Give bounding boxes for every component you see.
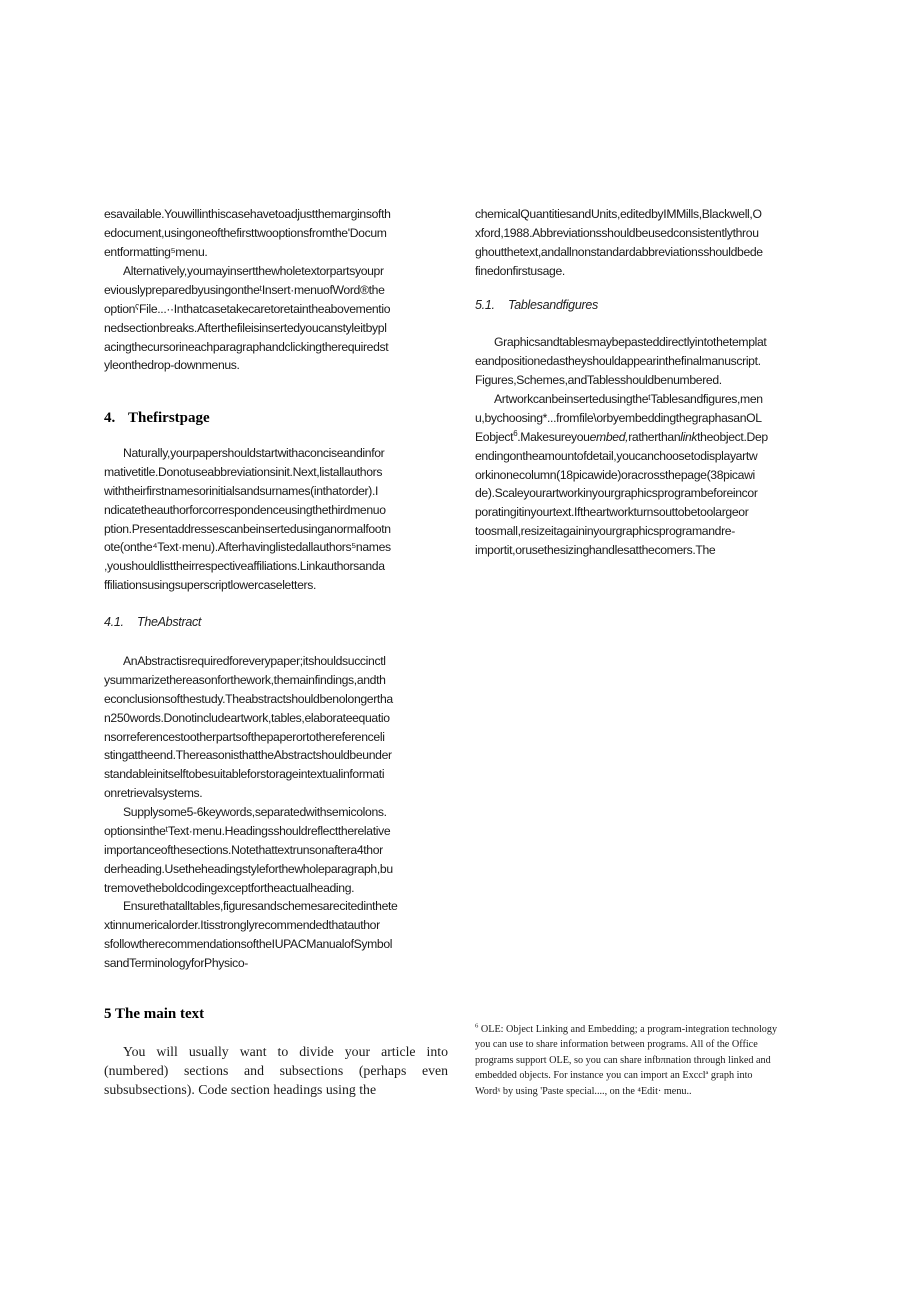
text-line: stingattheend.ThereasonisthattheAbstract… — [104, 748, 392, 763]
text-line: ndicatetheauthorforcorrespondenceusingth… — [104, 502, 386, 517]
section-4-heading: 4. Thefirstpage — [104, 410, 210, 427]
text-line: Graphicsandtablesmaybepasteddirectlyinto… — [494, 335, 767, 349]
section-5-heading: 5 The main text — [104, 1006, 205, 1022]
text-line: Naturally,yourpapershouldstartwithaconci… — [123, 446, 385, 460]
text-line: optionsintheᵗText·menu.Headingsshouldref… — [104, 823, 391, 838]
text-line: Ensurethatalltables,figuresandschemesare… — [123, 899, 398, 913]
text-line: poratingitinyourtext.Iftheartworkturnsou… — [475, 505, 749, 520]
text-line: endingontheamountofdetail,youcanchooseto… — [475, 448, 758, 463]
text-line: tremovetheboldcodingexceptfortheactualhe… — [104, 880, 355, 895]
section-5-1-heading: 5.1. Tablesandfigures — [475, 298, 598, 312]
text-line: nsorreferencestootherpartsofthepaperorto… — [104, 729, 385, 744]
text-line: standableinitselftobesuitableforstoragei… — [104, 767, 385, 782]
text-line: eviouslypreparedbyusingontheᵗInsert·menu… — [104, 282, 385, 297]
right-continued-paragraph: chemicalQuantitiesandUnits,editedbyIMMil… — [475, 205, 820, 281]
text-line: entformatting⁵menu. — [104, 244, 208, 259]
text-line: ArtworkcanbeinsertedusingtheᵗTablesandfi… — [494, 392, 763, 406]
artwork-paragraph: ArtworkcanbeinsertedusingtheᵗTablesandfi… — [475, 390, 820, 560]
footnote-line: embedded objects. For instance you can i… — [475, 1070, 753, 1082]
section-title: Tablesandfigures — [508, 298, 598, 312]
text-line: ,youshouldlisttheirrespectiveaffiliation… — [104, 559, 385, 574]
footnote-line: programs support OLE, so you can share i… — [475, 1054, 771, 1066]
alternatively-paragraph: Alternatively,youmayinsertthewholetextor… — [104, 262, 449, 375]
footnote-6: 6 OLE: Object Linking and Embedding; a p… — [475, 1022, 820, 1099]
section-4-1-heading: 4.1. TheAbstract — [104, 615, 201, 629]
footnote-line: Wordˣ by using 'Paste special...., on th… — [475, 1085, 692, 1097]
text-line: nedsectionbreaks.Afterthefileisinsertedy… — [104, 320, 387, 335]
text-line: u,bychoosing*...fromfile\orbyembeddingth… — [475, 410, 762, 425]
text-line: orkinonecolumn(18picawide)oracrossthepag… — [475, 467, 755, 482]
text-line: Figures,Schemes,andTablesshouldbenumbere… — [475, 372, 722, 387]
text-line: toosmall,resizeitagaininyourgraphicsprog… — [475, 524, 735, 539]
footnote-line: you can use to share information between… — [475, 1039, 758, 1051]
text-line: acingthecursorineachparagraphandclicking… — [104, 339, 389, 354]
text-line: sandTerminologyforPhysico- — [104, 955, 248, 970]
text-line: importit,orusethesizinghandlesatthecomer… — [475, 543, 716, 558]
text-line: onretrievalsystems. — [104, 786, 203, 801]
text-run: ratherthan — [628, 429, 681, 444]
text-line: ote(onthe⁴Text·menu).Afterhavinglistedal… — [104, 540, 391, 555]
text-line: AnAbstractisrequiredforeverypaper;itshou… — [123, 654, 386, 668]
section-number: 4. — [104, 410, 116, 426]
text-line: Eobject6.Makesureyouembed,ratherthanlink… — [475, 428, 820, 447]
text-line: xtinnumericalorder.Itisstronglyrecommend… — [104, 917, 380, 932]
section-number: 4.1. — [104, 615, 124, 629]
text-line: chemicalQuantitiesandUnits,editedbyIMMil… — [475, 207, 762, 221]
emphasis-embed: embed, — [589, 429, 629, 444]
footnote-line: 6 OLE: Object Linking and Embedding; a p… — [475, 1022, 820, 1037]
text-run: OLE: Object Linking and Embedding; a pro… — [478, 1024, 778, 1035]
graphics-paragraph: Graphicsandtablesmaybepasteddirectlyinto… — [475, 333, 820, 390]
text-line: derheading.Usetheheadingstyleforthewhole… — [104, 861, 393, 876]
text-line: de).Scaleyourartworkinyourgraphicsprogra… — [475, 486, 758, 501]
text-line: ysummarizethereasonforthework,themainfin… — [104, 672, 386, 687]
text-line: ffiliationsusingsuperscriptlowercaselett… — [104, 578, 316, 593]
main-text-paragraph: You will usually want to divide your art… — [104, 1044, 448, 1097]
text-line: withtheirfirstnamesorinitialsandsurnames… — [104, 483, 379, 498]
text-line: edocument,usingoneofthefirsttwooptionsfr… — [104, 225, 387, 240]
text-line: n250words.Donotincludeartwork,tables,ela… — [104, 710, 390, 725]
text-line: econclusionsofthestudy.Theabstractshould… — [104, 691, 393, 706]
text-line: esavailable.Youwillinthiscasehavetoadjus… — [104, 207, 391, 221]
text-line: sfollowtherecommendationsoftheIUPACManua… — [104, 936, 393, 951]
left-intro-paragraph: esavailable.Youwillinthiscasehavetoadjus… — [104, 205, 449, 262]
abstract-paragraph: AnAbstractisrequiredforeverypaper;itshou… — [104, 652, 449, 803]
text-line: mativetitle.Donotuseabbreviationsinit.Ne… — [104, 464, 383, 479]
text-line: Alternatively,youmayinsertthewholetextor… — [123, 264, 384, 278]
text-line: optionˤFile...··Inthatcasetakecaretoreta… — [104, 301, 391, 316]
text-line: finedonfirstusage. — [475, 263, 565, 278]
section-title: Thefirstpage — [128, 410, 210, 426]
text-line: eandpositionedastheyshouldappearinthefin… — [475, 353, 761, 368]
text-line: xford,1988.Abbreviationsshouldbeusedcons… — [475, 225, 759, 240]
text-line: ption.Presentaddressescanbeinsertedusing… — [104, 521, 391, 536]
section-title: TheAbstract — [137, 615, 202, 629]
section-number: 5.1. — [475, 298, 495, 312]
text-line: Supplysome5-6keywords,separatedwithsemic… — [123, 805, 387, 819]
text-run: theobject.Dep — [697, 429, 768, 444]
ensure-paragraph: Ensurethatalltables,figuresandschemesare… — [104, 897, 449, 973]
text-run: .Makesureyou — [517, 429, 590, 444]
emphasis-link: link — [680, 429, 698, 444]
text-line: importanceofthesections.Notethattextruns… — [104, 842, 383, 857]
text-line: ghoutthetext,andallnonstandardabbreviati… — [475, 244, 763, 259]
keywords-paragraph: Supplysome5-6keywords,separatedwithsemic… — [104, 803, 449, 897]
text-line: yleonthedrop-downmenus. — [104, 358, 240, 373]
first-page-paragraph: Naturally,yourpapershouldstartwithaconci… — [104, 444, 449, 595]
text-run: Eobject — [475, 429, 514, 444]
